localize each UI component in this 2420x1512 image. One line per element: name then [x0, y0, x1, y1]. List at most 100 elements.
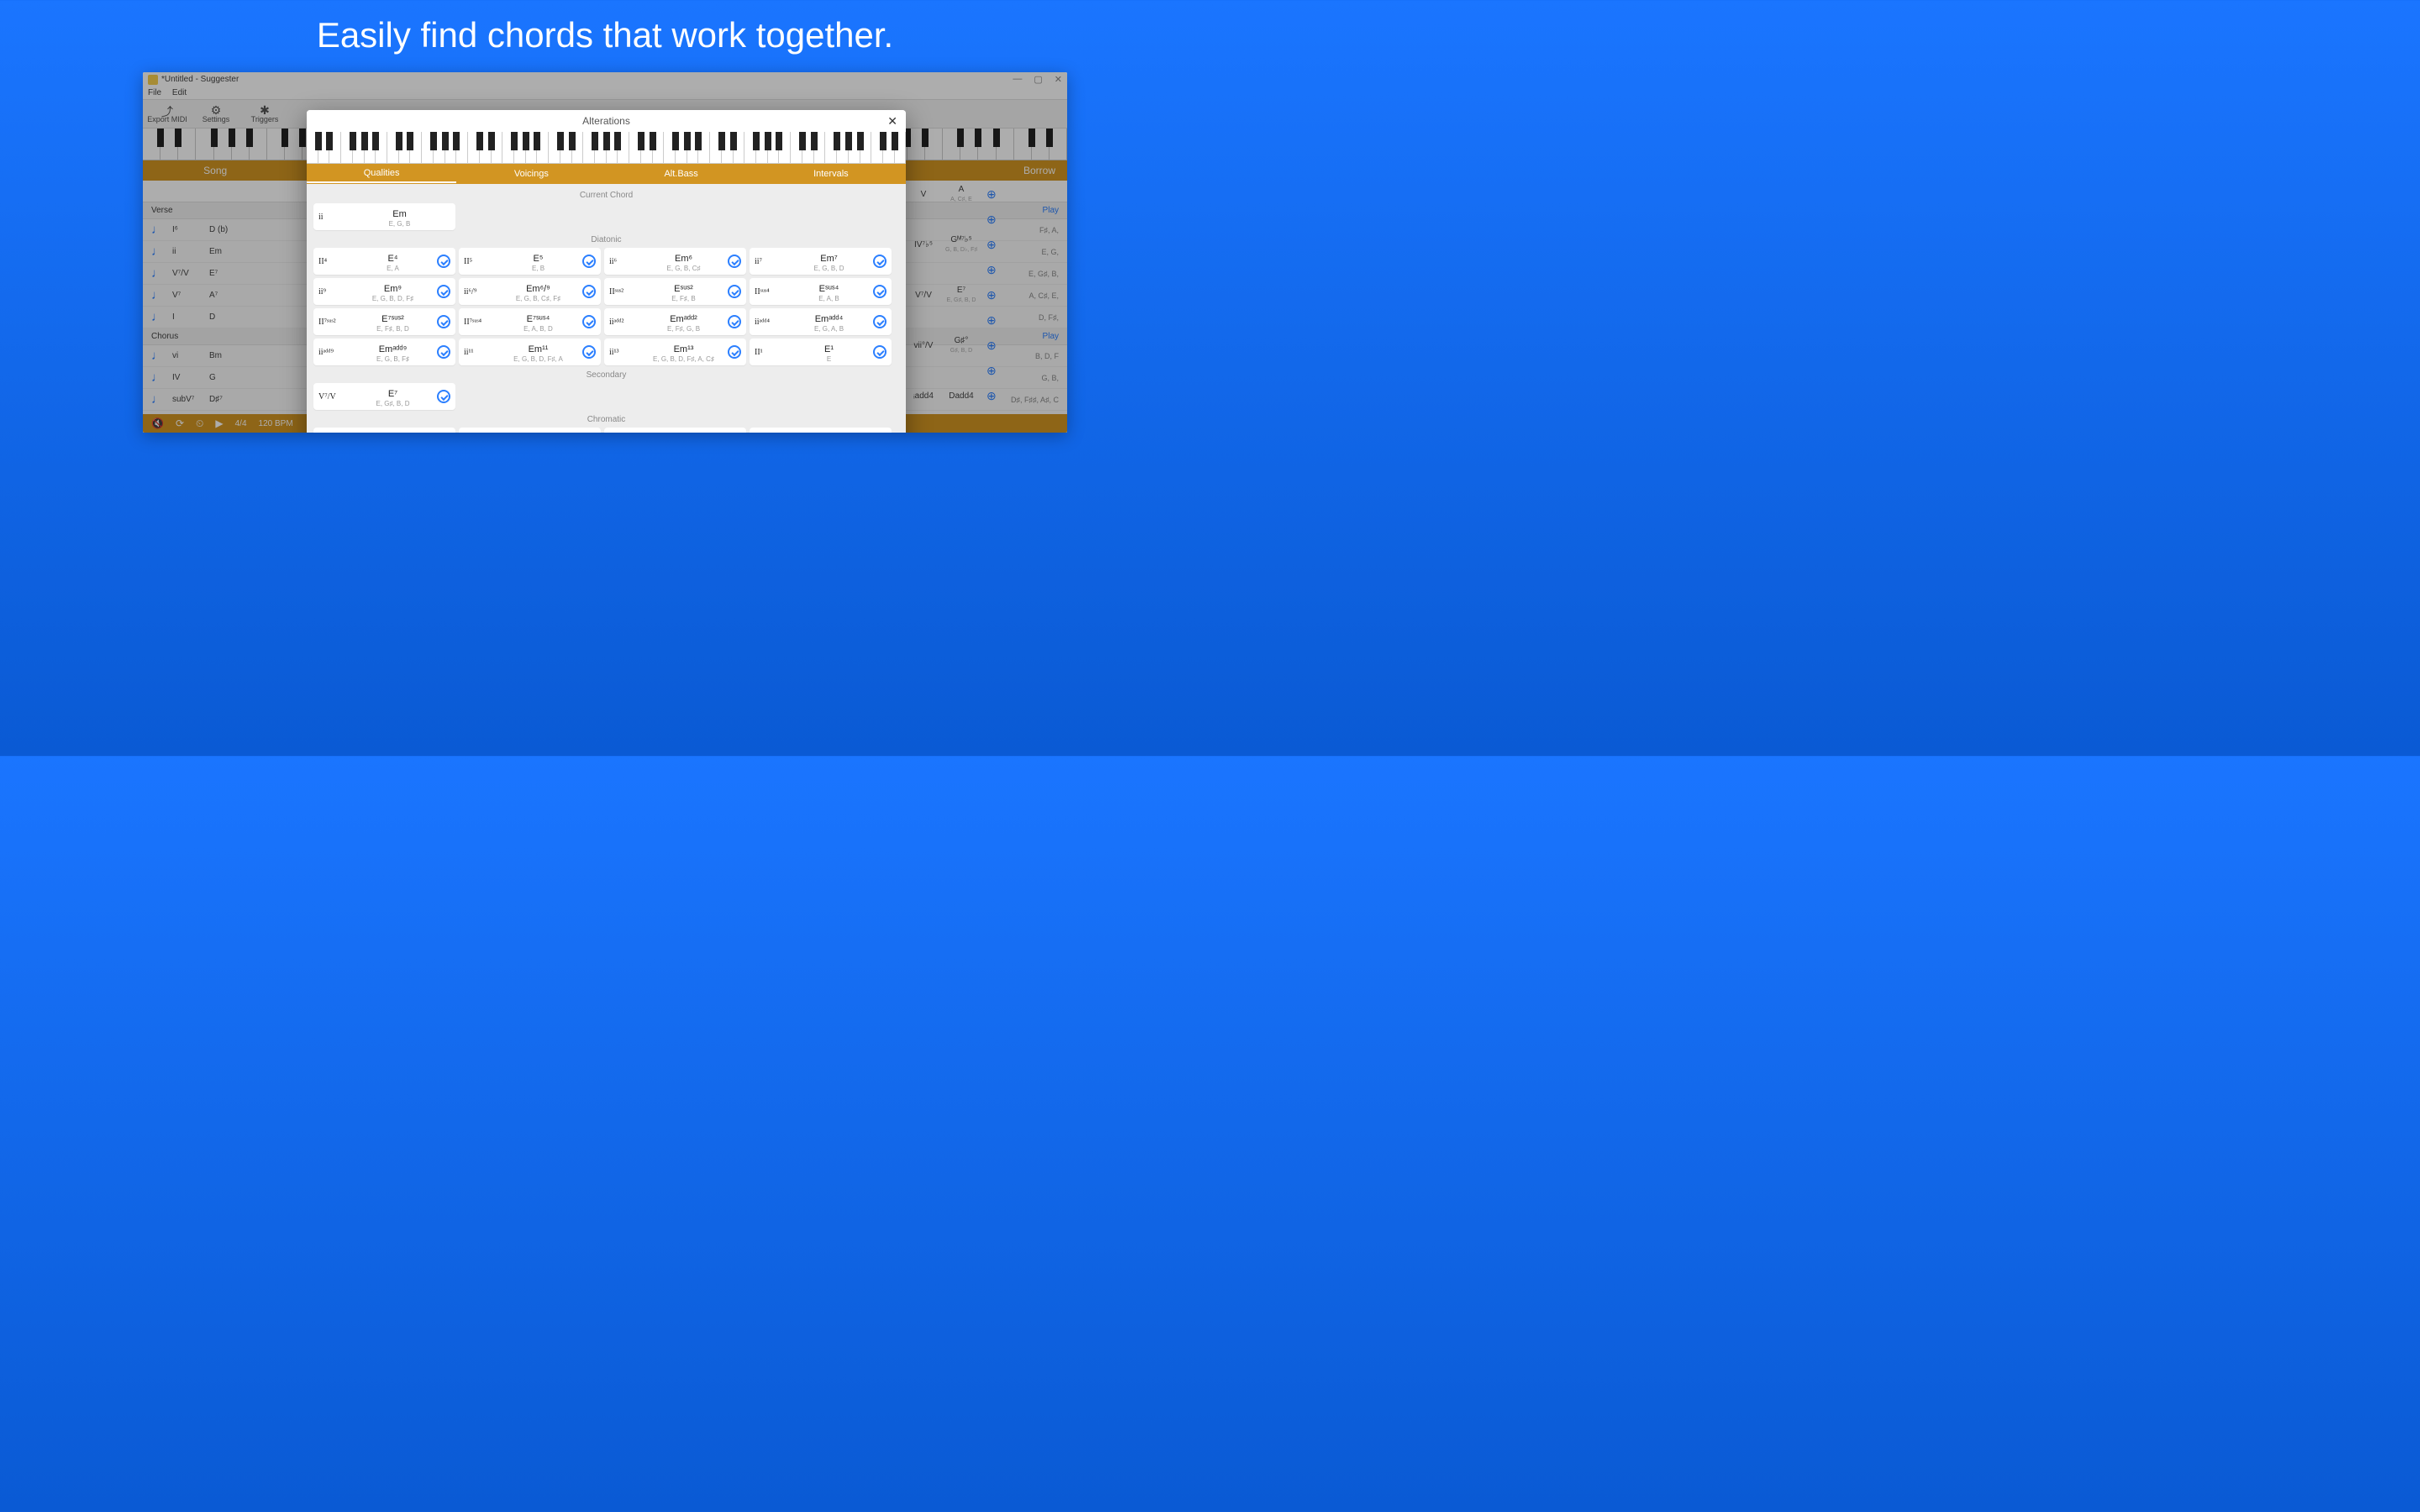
roman-numeral: ii¹¹ [464, 348, 494, 357]
chord-card[interactable]: ii⁶/⁹Em⁶/⁹E, G, B, C♯, F♯ [459, 278, 601, 305]
chord-card[interactable]: iiᵃᵈᵈ²Emᵃᵈᵈ²E, F♯, G, B [604, 308, 746, 335]
chord-tones: E, A, B [785, 296, 873, 302]
chord-name: E⁴ [387, 254, 397, 264]
chord-name: Em⁶/⁹ [526, 284, 550, 294]
chord-tones: E, G, B, C♯ [639, 265, 728, 272]
chord-card[interactable]: II⁷E⁷E, G♯, B, D [604, 428, 746, 433]
check-icon[interactable] [582, 345, 596, 359]
section-diatonic: Diatonic [313, 235, 899, 244]
tab-intervals[interactable]: Intervals [756, 165, 906, 182]
chord-name: Eˢᵘˢ⁴ [819, 284, 839, 294]
chord-tones: E, F♯, B [639, 296, 728, 302]
chord-tones: E, G, B, D, F♯, A [494, 356, 582, 363]
chord-tones: E, A [349, 265, 437, 272]
tab-voicings[interactable]: Voicings [456, 165, 606, 182]
chord-card[interactable]: IIˢᵘˢ⁴ Eˢᵘˢ⁴ E, A, B [750, 278, 892, 305]
alterations-modal: Alterations ✕ Qualities Voicings Alt.Bas… [307, 110, 906, 433]
chord-tones: E, G♯, B, D [349, 401, 437, 407]
chord-card[interactable]: ii⁷ Em⁷E, G, B, D [750, 248, 892, 275]
chord-name: E¹ [824, 344, 834, 354]
roman-numeral: II⁷ˢᵘˢ² [318, 318, 349, 327]
chord-tones: E, G, A, B [785, 326, 873, 333]
roman-numeral: iiᵃᵈᵈ⁹ [318, 348, 349, 357]
modal-piano[interactable] [307, 132, 906, 164]
modal-tabs: Qualities Voicings Alt.Bass Intervals [307, 164, 906, 184]
roman-numeral: ii⁷ [755, 257, 785, 266]
chord-card[interactable]: II⁴E⁴E, A [313, 248, 455, 275]
chord-name: Em⁷ [820, 254, 837, 264]
check-icon[interactable] [437, 390, 450, 403]
chord-name: Em [392, 209, 407, 219]
chord-name: Eˢᵘˢ² [674, 284, 693, 294]
check-icon[interactable] [873, 345, 886, 359]
check-icon[interactable] [582, 255, 596, 268]
chord-card[interactable]: II⁶E⁶E, G♯, B, C♯ [459, 428, 601, 433]
check-icon[interactable] [873, 285, 886, 298]
chord-name: E⁷ [388, 389, 397, 399]
chord-tones: E, F♯, B, D [349, 326, 437, 333]
chord-name: Emᵃᵈᵈ² [670, 314, 697, 324]
chord-card[interactable]: II⁷Eᴹ⁷E, G♯, B, D♯ [750, 428, 892, 433]
chord-name: Em⁹ [384, 284, 402, 294]
modal-title: Alterations [582, 115, 630, 127]
roman-numeral: II⁷ˢᵘˢ⁴ [464, 318, 494, 327]
roman-numeral: ii⁶/⁹ [464, 287, 494, 297]
check-icon[interactable] [728, 345, 741, 359]
roman-numeral: ii⁶ [609, 257, 639, 266]
chord-card[interactable]: ii⁶Em⁶E, G, B, C♯ [604, 248, 746, 275]
app-window: *Untitled - Suggester — ▢ ✕ File Edit ⤴E… [143, 72, 1067, 433]
close-icon[interactable]: ✕ [887, 114, 897, 129]
chord-tones: E [785, 356, 873, 363]
chord-name: E⁵ [534, 254, 544, 264]
chord-tones: E, G, B, D, F♯ [349, 296, 437, 302]
chord-card[interactable]: ii¹¹ Em¹¹ E, G, B, D, F♯, A [459, 339, 601, 365]
chord-card[interactable]: ii Em E, G, B [313, 203, 455, 230]
roman-numeral: II⁵ [464, 257, 494, 266]
modal-titlebar: Alterations ✕ [307, 110, 906, 132]
chord-name: Em¹³ [674, 344, 694, 354]
check-icon[interactable] [728, 315, 741, 328]
chord-card[interactable]: II⁷ˢᵘˢ² E⁷ˢᵘˢ² E, F♯, B, D [313, 308, 455, 335]
check-icon[interactable] [437, 285, 450, 298]
chord-card[interactable]: V⁷/VE⁷E, G♯, B, D [313, 383, 455, 410]
roman-numeral: ii⁹ [318, 287, 349, 297]
chord-tones: E, B [494, 265, 582, 272]
check-icon[interactable] [437, 345, 450, 359]
check-icon[interactable] [728, 285, 741, 298]
roman-numeral: II¹ [755, 348, 785, 357]
chord-tones: E, G, B, D, F♯, A, C♯ [639, 356, 728, 363]
chord-tones: E, G, B [349, 221, 450, 228]
chord-tones: E, G, B, D [785, 265, 873, 272]
tab-qualities[interactable]: Qualities [307, 165, 456, 183]
check-icon[interactable] [437, 315, 450, 328]
hero-headline: Easily find chords that work together. [0, 0, 1210, 72]
chord-card[interactable]: iiᵃᵈᵈ⁹ Emᵃᵈᵈ⁹ E, G, B, F♯ [313, 339, 455, 365]
chord-card[interactable]: II⁷ˢᵘˢ⁴E⁷ˢᵘˢ⁴E, A, B, D [459, 308, 601, 335]
chord-tones: E, F♯, G, B [639, 326, 728, 333]
check-icon[interactable] [437, 255, 450, 268]
chord-name: Emᵃᵈᵈ⁹ [379, 344, 408, 354]
roman-numeral: ii¹³ [609, 348, 639, 357]
tab-altbass[interactable]: Alt.Bass [607, 165, 756, 182]
chord-name: Em¹¹ [529, 344, 549, 354]
section-secondary: Secondary [313, 370, 899, 380]
check-icon[interactable] [582, 285, 596, 298]
chord-card[interactable]: ii⁹ Em⁹ E, G, B, D, F♯ [313, 278, 455, 305]
modal-body: Current Chord iiEmE, G, B Diatonic II⁴E⁴… [307, 184, 906, 433]
chord-card[interactable]: ii¹³ Em¹³ E, G, B, D, F♯, A, C♯ [604, 339, 746, 365]
chord-card[interactable]: IIEE, G♯, B [313, 428, 455, 433]
roman-numeral: IIˢᵘˢ⁴ [755, 287, 785, 297]
check-icon[interactable] [582, 315, 596, 328]
chord-name: E⁷ˢᵘˢ² [381, 314, 404, 324]
chord-card[interactable]: II¹ E¹ E [750, 339, 892, 365]
chord-card[interactable]: IIˢᵘˢ²Eˢᵘˢ²E, F♯, B [604, 278, 746, 305]
chord-card[interactable]: II⁵ E⁵E, B [459, 248, 601, 275]
check-icon[interactable] [873, 255, 886, 268]
roman-numeral: ii [318, 213, 349, 222]
roman-numeral: iiᵃᵈᵈ⁴ [755, 318, 785, 327]
check-icon[interactable] [728, 255, 741, 268]
chord-tones: E, G, B, F♯ [349, 356, 437, 363]
check-icon[interactable] [873, 315, 886, 328]
chord-name: Emᵃᵈᵈ⁴ [815, 314, 844, 324]
chord-card[interactable]: iiᵃᵈᵈ⁴ Emᵃᵈᵈ⁴ E, G, A, B [750, 308, 892, 335]
